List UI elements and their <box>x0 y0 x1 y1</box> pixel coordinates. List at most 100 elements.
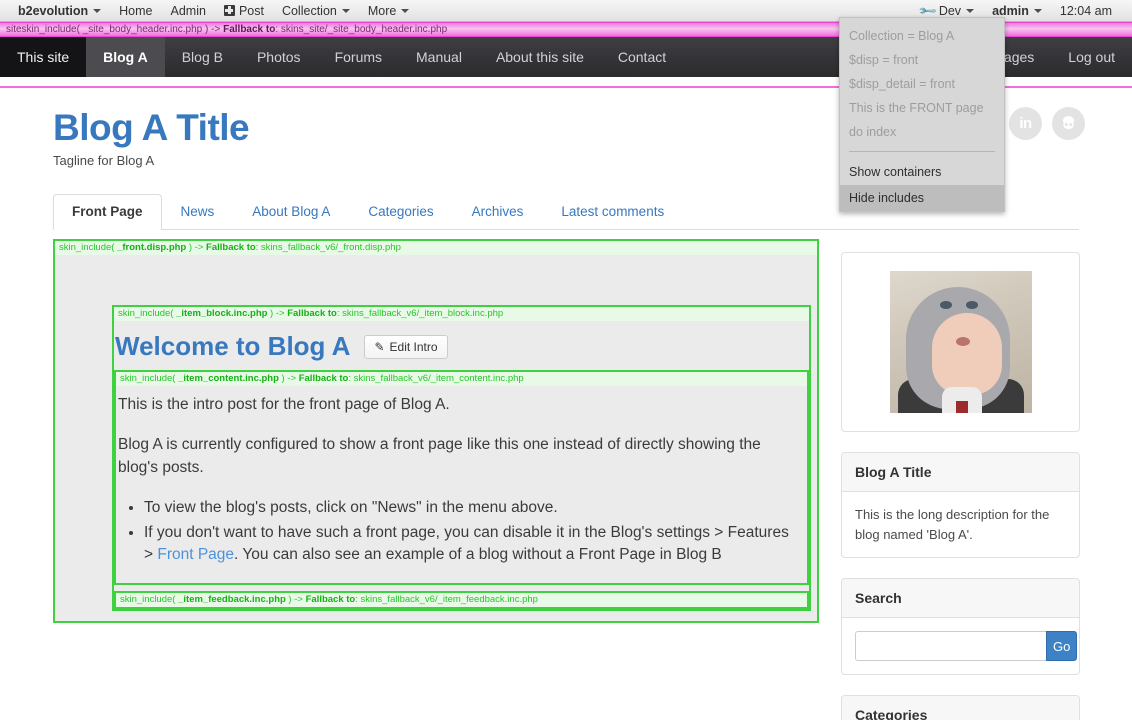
sidebar: Blog A Title This is the long descriptio… <box>841 252 1080 720</box>
nav-item-this-site-label: This site <box>17 49 70 65</box>
dev-menu-info-disp: $disp = front <box>849 53 919 67</box>
dev-menu-separator <box>849 151 995 152</box>
nav-item-contact-label: Contact <box>617 49 667 65</box>
tab-news[interactable]: News <box>162 194 234 229</box>
widget-photo-body <box>842 253 1079 431</box>
tab-categories-label: Categories <box>368 204 434 219</box>
include-item-content-suffix: : skins_fallback_v6/_item_content.inc.ph… <box>348 373 524 384</box>
list-item: If you don't want to have such a front p… <box>144 522 793 567</box>
include-block-item-content: skin_include( _item_content.inc.php ) ->… <box>114 370 809 585</box>
include-item-block-suffix: : skins_fallback_v6/_item_block.inc.php <box>336 308 504 319</box>
tab-latest-comments[interactable]: Latest comments <box>542 194 683 229</box>
plus-square-icon <box>223 4 235 16</box>
widget-photo <box>841 252 1080 432</box>
siteskin-include-suffix: : skins_site/_site_body_header.inc.php <box>275 24 448 35</box>
include-block-item-feedback: skin_include( _item_feedback.inc.php ) -… <box>114 590 809 609</box>
evobar-item-admin[interactable]: Admin <box>162 0 215 22</box>
evobar-item-more-label: More <box>367 3 397 18</box>
nav-item-forums[interactable]: Forums <box>318 37 399 77</box>
baby-photo <box>889 271 1032 413</box>
nav-item-forums-label: Forums <box>334 49 383 65</box>
tab-front-page[interactable]: Front Page <box>53 194 162 230</box>
evobar-brand[interactable]: b2evolution <box>9 0 110 22</box>
evobar-item-post-label: Post <box>238 3 264 18</box>
include-front-fallback: Fallback to <box>206 242 256 253</box>
evobar-item-admin-label: Admin <box>170 3 206 18</box>
photo-eye-left <box>939 301 952 309</box>
include-item-block-fallback: Fallback to <box>287 308 337 319</box>
dev-menu-hide-includes[interactable]: Hide includes <box>840 185 1004 211</box>
page-title: Blog A Title <box>53 107 250 148</box>
nav-item-manual-label: Manual <box>416 49 462 65</box>
include-front-mid: ) -> <box>186 242 207 253</box>
tab-categories[interactable]: Categories <box>349 194 452 229</box>
nav-item-blog-b[interactable]: Blog B <box>165 37 240 77</box>
include-front-prefix: skin_include( <box>59 242 118 253</box>
tab-archives-label: Archives <box>471 204 524 219</box>
search-go-button[interactable]: Go <box>1046 631 1078 661</box>
nav-item-photos-label: Photos <box>256 49 301 65</box>
evobar-clock-label: 12:04 am <box>1059 3 1112 18</box>
front-page-link[interactable]: Front Page <box>157 546 234 563</box>
include-block-front: skin_include( _front.disp.php ) -> Fallb… <box>53 239 819 623</box>
tab-news-label: News <box>180 204 215 219</box>
list-item: To view the blog's posts, click on "News… <box>144 497 793 519</box>
evobar-item-home[interactable]: Home <box>110 0 161 22</box>
evobar-item-collection[interactable]: Collection <box>273 0 359 22</box>
include-item-feedback-suffix: : skins_fallback_v6/_item_feedback.inc.p… <box>355 593 538 605</box>
include-label-front: skin_include( _front.disp.php ) -> Fallb… <box>55 241 817 255</box>
evobar-item-post[interactable]: Post <box>215 0 273 22</box>
search-input[interactable] <box>855 631 1046 661</box>
dev-dropdown-menu: Collection = Blog A $disp = front $disp_… <box>839 17 1005 212</box>
widget-about: Blog A Title This is the long descriptio… <box>841 452 1080 558</box>
linkedin-icon[interactable]: in <box>1009 107 1042 140</box>
tab-archives[interactable]: Archives <box>453 194 543 229</box>
search-row: Go <box>855 631 1078 661</box>
dev-menu-show-containers[interactable]: Show containers <box>840 159 1004 185</box>
widget-categories: Categories <box>841 695 1080 720</box>
include-item-feedback-file: _item_feedback.inc.php <box>178 593 286 605</box>
post-bullet-list: To view the blog's posts, click on "News… <box>118 497 793 566</box>
edit-intro-button[interactable]: ✎ Edit Intro <box>364 334 448 359</box>
tab-front-page-label: Front Page <box>72 204 143 219</box>
post-title: Welcome to Blog A <box>115 331 351 361</box>
evobar-item-user-label: admin <box>992 3 1029 18</box>
nav-item-log-out[interactable]: Log out <box>1051 37 1132 77</box>
include-item-content-file: _item_content.inc.php <box>178 373 279 384</box>
github-icon[interactable] <box>1052 107 1085 140</box>
nav-item-this-site[interactable]: This site <box>0 37 87 77</box>
nav-item-photos[interactable]: Photos <box>240 37 318 77</box>
include-label-item-feedback: skin_include( _item_feedback.inc.php ) -… <box>116 592 807 607</box>
widget-about-title: Blog A Title <box>842 453 1079 492</box>
include-label-item-block: skin_include( _item_block.inc.php ) -> F… <box>114 307 809 321</box>
photo-eye-right <box>965 301 978 309</box>
tab-about-blog-a-label: About Blog A <box>252 204 331 219</box>
photo-mouth <box>955 337 970 346</box>
tab-about-blog-a[interactable]: About Blog A <box>233 194 349 229</box>
include-item-block-prefix: skin_include( <box>118 308 177 319</box>
chevron-down-icon <box>93 9 102 14</box>
include-item-content-mid: ) -> <box>278 373 299 384</box>
siteskin-include-prefix: siteskin_include( _site_body_header.inc.… <box>6 24 224 35</box>
pencil-square-icon: ✎ <box>374 339 385 354</box>
include-label-item-content: skin_include( _item_content.inc.php ) ->… <box>116 372 807 386</box>
nav-item-blog-a[interactable]: Blog A <box>86 37 165 77</box>
evobar-item-dev-label: Dev <box>938 3 962 18</box>
nav-item-about-this-site[interactable]: About this site <box>479 37 601 77</box>
nav-item-manual[interactable]: Manual <box>399 37 479 77</box>
post-body: This is the intro post for the front pag… <box>116 386 807 583</box>
include-item-feedback-fallback: Fallback to <box>305 593 356 605</box>
photo-red-accent <box>955 401 968 413</box>
post-paragraph-1: This is the intro post for the front pag… <box>118 396 450 413</box>
include-item-feedback-mid: ) -> <box>285 593 306 605</box>
nav-item-log-out-label: Log out <box>1068 49 1115 65</box>
evobar-item-more[interactable]: More <box>359 0 418 22</box>
widget-search: Search Go <box>841 578 1080 675</box>
nav-item-contact[interactable]: Contact <box>601 37 683 77</box>
widget-search-title: Search <box>842 579 1079 618</box>
evobar-left-group: b2evolution Home Admin Post Collection M… <box>0 0 418 22</box>
evobar-item-home-label: Home <box>119 3 153 18</box>
include-item-block-mid: ) -> <box>267 308 288 319</box>
include-front-file: _front.disp.php <box>117 242 187 253</box>
post-paragraph-2: Blog A is currently configured to show a… <box>118 436 761 476</box>
